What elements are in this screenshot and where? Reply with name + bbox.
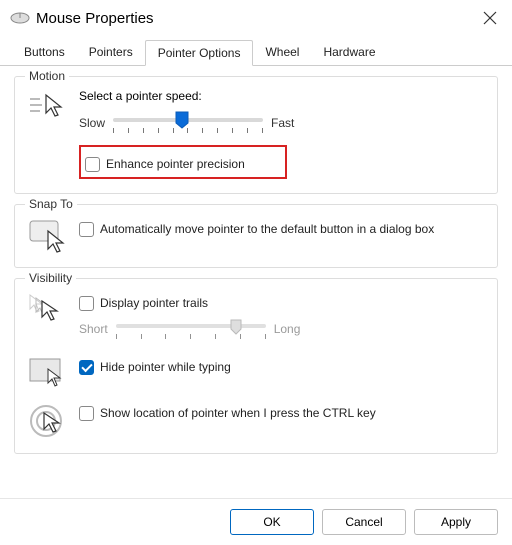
enhance-precision-checkbox[interactable]: [85, 157, 100, 172]
window-title: Mouse Properties: [36, 10, 478, 27]
pointer-speed-slider[interactable]: [113, 111, 263, 135]
mouse-icon: [10, 11, 30, 25]
slider-slow-label: Slow: [79, 116, 105, 130]
ctrl-locate-checkbox[interactable]: [79, 406, 94, 421]
snap-to-checkbox[interactable]: [79, 222, 94, 237]
enhance-precision-highlight: Enhance pointer precision: [79, 145, 287, 179]
trails-long-label: Long: [274, 322, 301, 336]
tab-wheel[interactable]: Wheel: [253, 40, 311, 65]
hide-typing-checkbox[interactable]: [79, 360, 94, 375]
pointer-speed-label: Select a pointer speed:: [79, 89, 485, 103]
ctrl-locate-label[interactable]: Show location of pointer when I press th…: [100, 405, 376, 421]
pointer-speed-icon: [27, 89, 69, 121]
tab-strip: Buttons Pointers Pointer Options Wheel H…: [0, 34, 512, 66]
close-icon[interactable]: [478, 6, 502, 30]
ok-button[interactable]: OK: [230, 509, 314, 535]
slider-fast-label: Fast: [271, 116, 294, 130]
hide-typing-label[interactable]: Hide pointer while typing: [100, 359, 231, 375]
tab-pointer-options[interactable]: Pointer Options: [145, 40, 254, 66]
snap-to-icon: [27, 217, 69, 253]
pointer-trails-slider: [116, 317, 266, 341]
tab-hardware[interactable]: Hardware: [311, 40, 387, 65]
group-motion: Motion Select a pointer speed: Slow: [14, 76, 498, 194]
hide-typing-icon: [27, 355, 69, 387]
cancel-button[interactable]: Cancel: [322, 509, 406, 535]
pointer-trails-checkbox[interactable]: [79, 296, 94, 311]
group-motion-title: Motion: [25, 69, 69, 83]
group-snap-to: Snap To Automatically move pointer to th…: [14, 204, 498, 268]
tab-pointers[interactable]: Pointers: [77, 40, 145, 65]
pointer-trails-label[interactable]: Display pointer trails: [100, 295, 208, 311]
tab-buttons[interactable]: Buttons: [12, 40, 77, 65]
group-visibility: Visibility Display pointer trails Short: [14, 278, 498, 454]
group-snap-to-title: Snap To: [25, 197, 77, 211]
pointer-trails-icon: [27, 291, 69, 325]
snap-to-label[interactable]: Automatically move pointer to the defaul…: [100, 221, 434, 237]
trails-short-label: Short: [79, 322, 108, 336]
group-visibility-title: Visibility: [25, 271, 76, 285]
enhance-precision-label[interactable]: Enhance pointer precision: [106, 156, 245, 172]
ctrl-locate-icon: [27, 401, 69, 439]
apply-button[interactable]: Apply: [414, 509, 498, 535]
dialog-buttons: OK Cancel Apply: [0, 498, 512, 545]
